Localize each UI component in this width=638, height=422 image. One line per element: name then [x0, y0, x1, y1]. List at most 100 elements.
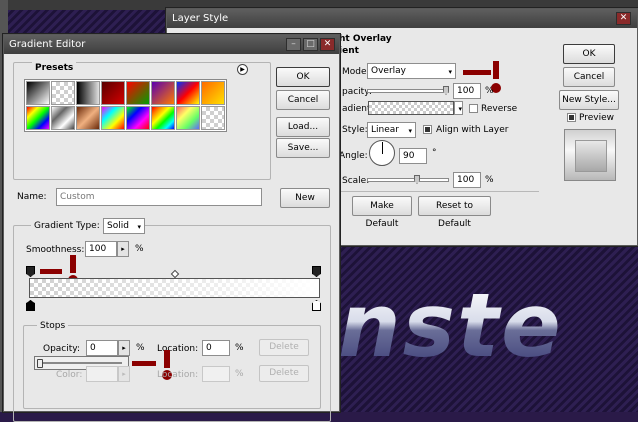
gradient-cancel-button[interactable]: Cancel	[276, 90, 330, 110]
align-with-layer-checkbox[interactable]	[423, 125, 432, 134]
name-value: Custom	[60, 192, 95, 202]
opacity-unit: %	[485, 86, 494, 96]
chevron-down-icon: ▾	[458, 105, 462, 113]
gradient-editor-title: Gradient Editor	[9, 39, 86, 50]
new-style-button[interactable]: New Style...	[559, 90, 619, 110]
preset-swatch[interactable]	[151, 81, 175, 105]
preset-swatch[interactable]	[51, 81, 75, 105]
blend-mode-dropdown[interactable]: Overlay ▾	[367, 63, 456, 79]
gradient-ok-button[interactable]: OK	[276, 67, 330, 87]
color-location-field[interactable]	[202, 366, 230, 382]
style-dropdown[interactable]: Linear ▾	[367, 122, 416, 138]
gradient-preview-bar[interactable]	[29, 278, 320, 298]
opacity-value: 100	[457, 86, 475, 96]
blend-mode-value: Overlay	[371, 66, 406, 76]
stop-color-label: Color:	[56, 370, 83, 380]
preset-swatch[interactable]	[76, 81, 100, 105]
preview-label: Preview	[579, 113, 615, 123]
opacity-popup-track	[41, 362, 122, 364]
angle-dial[interactable]	[369, 140, 395, 166]
close-icon[interactable]: ✕	[616, 12, 631, 25]
scale-field[interactable]: 100	[453, 172, 481, 188]
stop-opacity-unit: %	[136, 343, 145, 353]
preset-swatch[interactable]	[101, 106, 125, 130]
preset-swatch[interactable]	[126, 81, 150, 105]
preview-checkbox[interactable]	[567, 113, 576, 122]
smoothness-stepper[interactable]: ▸	[117, 241, 129, 257]
angle-field[interactable]: 90	[399, 148, 427, 164]
presets-menu-icon[interactable]: ▶	[237, 64, 248, 75]
opacity-slider-thumb[interactable]	[443, 86, 449, 95]
stop-opacity-stepper[interactable]: ▸	[118, 340, 130, 356]
presets-label: Presets	[32, 62, 77, 74]
load-button[interactable]: Load...	[276, 117, 330, 137]
stop-color-stepper[interactable]: ▸	[118, 366, 130, 382]
align-with-layer-label: Align with Layer	[436, 125, 509, 135]
layer-style-titlebar[interactable]: Layer Style ✕	[167, 9, 637, 28]
stop-color-swatch[interactable]	[86, 366, 118, 382]
color-location-unit: %	[235, 369, 244, 379]
preset-swatch[interactable]	[26, 106, 50, 130]
chevron-down-icon: ▾	[408, 127, 412, 135]
stop-location-field[interactable]: 0	[202, 340, 230, 356]
gradient-type-dropdown[interactable]: Solid ▾	[103, 218, 145, 234]
style-value: Linear	[371, 125, 399, 135]
new-gradient-button[interactable]: New	[280, 188, 330, 208]
gradient-editor-body: Presets ▶ OK Cancel Load... Save... Name…	[4, 54, 339, 422]
preset-swatch[interactable]	[101, 81, 125, 105]
layer-style-ok-button[interactable]: OK	[563, 44, 615, 64]
divider	[339, 191, 539, 192]
stop-opacity-field[interactable]: 0	[86, 340, 118, 356]
color-stop-delete-button[interactable]: Delete	[259, 365, 309, 382]
preset-swatch[interactable]	[176, 106, 200, 130]
opacity-popup-knob[interactable]	[37, 359, 43, 368]
scale-label: Scale:	[342, 176, 370, 186]
close-icon[interactable]: ✕	[320, 38, 335, 51]
preset-swatch[interactable]	[176, 81, 200, 105]
reverse-label: Reverse	[481, 104, 518, 114]
opacity-slider[interactable]	[367, 89, 449, 93]
angle-unit: °	[432, 148, 437, 158]
make-default-button[interactable]: Make Default	[352, 196, 412, 229]
preset-swatch[interactable]	[151, 106, 175, 130]
angle-value: 90	[403, 151, 415, 161]
scale-slider-thumb[interactable]	[414, 175, 420, 184]
name-input[interactable]: Custom	[56, 188, 262, 206]
blend-mode-label: Mode:	[342, 67, 370, 77]
preset-swatch[interactable]	[201, 106, 225, 130]
chevron-down-icon: ▾	[137, 223, 141, 231]
stop-opacity-value: 0	[90, 343, 96, 353]
preset-swatch[interactable]	[51, 106, 75, 130]
style-label: Style:	[342, 125, 368, 135]
gradient-editor-dialog: Gradient Editor – □ ✕ Presets ▶ OK Cance…	[3, 34, 340, 422]
chevron-down-icon: ▾	[448, 68, 452, 76]
preset-swatch[interactable]	[26, 81, 50, 105]
gradient-picker[interactable]	[368, 101, 454, 115]
scale-value: 100	[457, 175, 475, 185]
gradient-overlay-heading: ht Overlay	[339, 34, 392, 44]
canvas-text-layer: nste	[338, 274, 563, 377]
minimize-icon[interactable]: –	[286, 38, 301, 51]
opacity-field[interactable]: 100	[453, 83, 481, 99]
reverse-checkbox[interactable]	[469, 104, 478, 113]
presets-grid	[24, 79, 227, 132]
scale-slider[interactable]	[367, 178, 449, 182]
layer-style-cancel-button[interactable]: Cancel	[563, 67, 615, 87]
save-button[interactable]: Save...	[276, 138, 330, 158]
maximize-icon[interactable]: □	[303, 38, 318, 51]
style-preview-thumbnail	[564, 129, 616, 181]
stop-location-value: 0	[206, 343, 212, 353]
gradient-editor-titlebar[interactable]: Gradient Editor – □ ✕	[4, 35, 339, 54]
stops-label: Stops	[37, 320, 69, 332]
gradient-dropdown-button[interactable]: ▾	[454, 101, 463, 115]
opacity-stop-delete-button[interactable]: Delete	[259, 339, 309, 356]
smoothness-unit: %	[135, 244, 144, 254]
smoothness-field[interactable]: 100	[85, 241, 117, 257]
scale-unit: %	[485, 175, 494, 185]
stop-location-unit: %	[235, 343, 244, 353]
gradient-type-label: Gradient Type:	[31, 220, 103, 232]
reset-to-default-button[interactable]: Reset to Default	[418, 196, 491, 229]
preset-swatch[interactable]	[201, 81, 225, 105]
preset-swatch[interactable]	[126, 106, 150, 130]
preset-swatch[interactable]	[76, 106, 100, 130]
